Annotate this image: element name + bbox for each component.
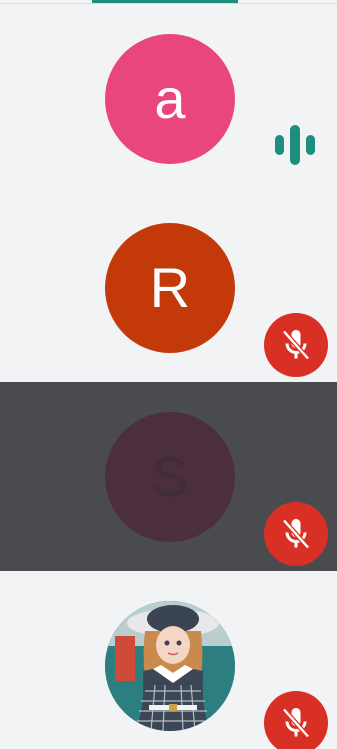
avatar-initial: R	[149, 256, 191, 319]
avatar-photo	[105, 601, 235, 731]
participant-tile[interactable]: S	[0, 382, 337, 571]
participant-tile[interactable]	[0, 571, 337, 749]
avatar-initial: S	[151, 445, 189, 508]
avatar-initial: a	[154, 67, 186, 130]
avatar: a	[105, 34, 235, 164]
participant-grid: a R S	[0, 4, 337, 749]
participant-tile[interactable]: R	[0, 193, 337, 382]
avatar: S	[105, 412, 235, 542]
active-tab-indicator	[92, 0, 238, 3]
participant-tile[interactable]: a	[0, 4, 337, 193]
avatar: R	[105, 223, 235, 353]
mic-off-icon	[264, 691, 328, 749]
mic-off-icon	[264, 502, 328, 566]
audio-level-icon	[267, 117, 323, 173]
mic-off-icon	[264, 313, 328, 377]
